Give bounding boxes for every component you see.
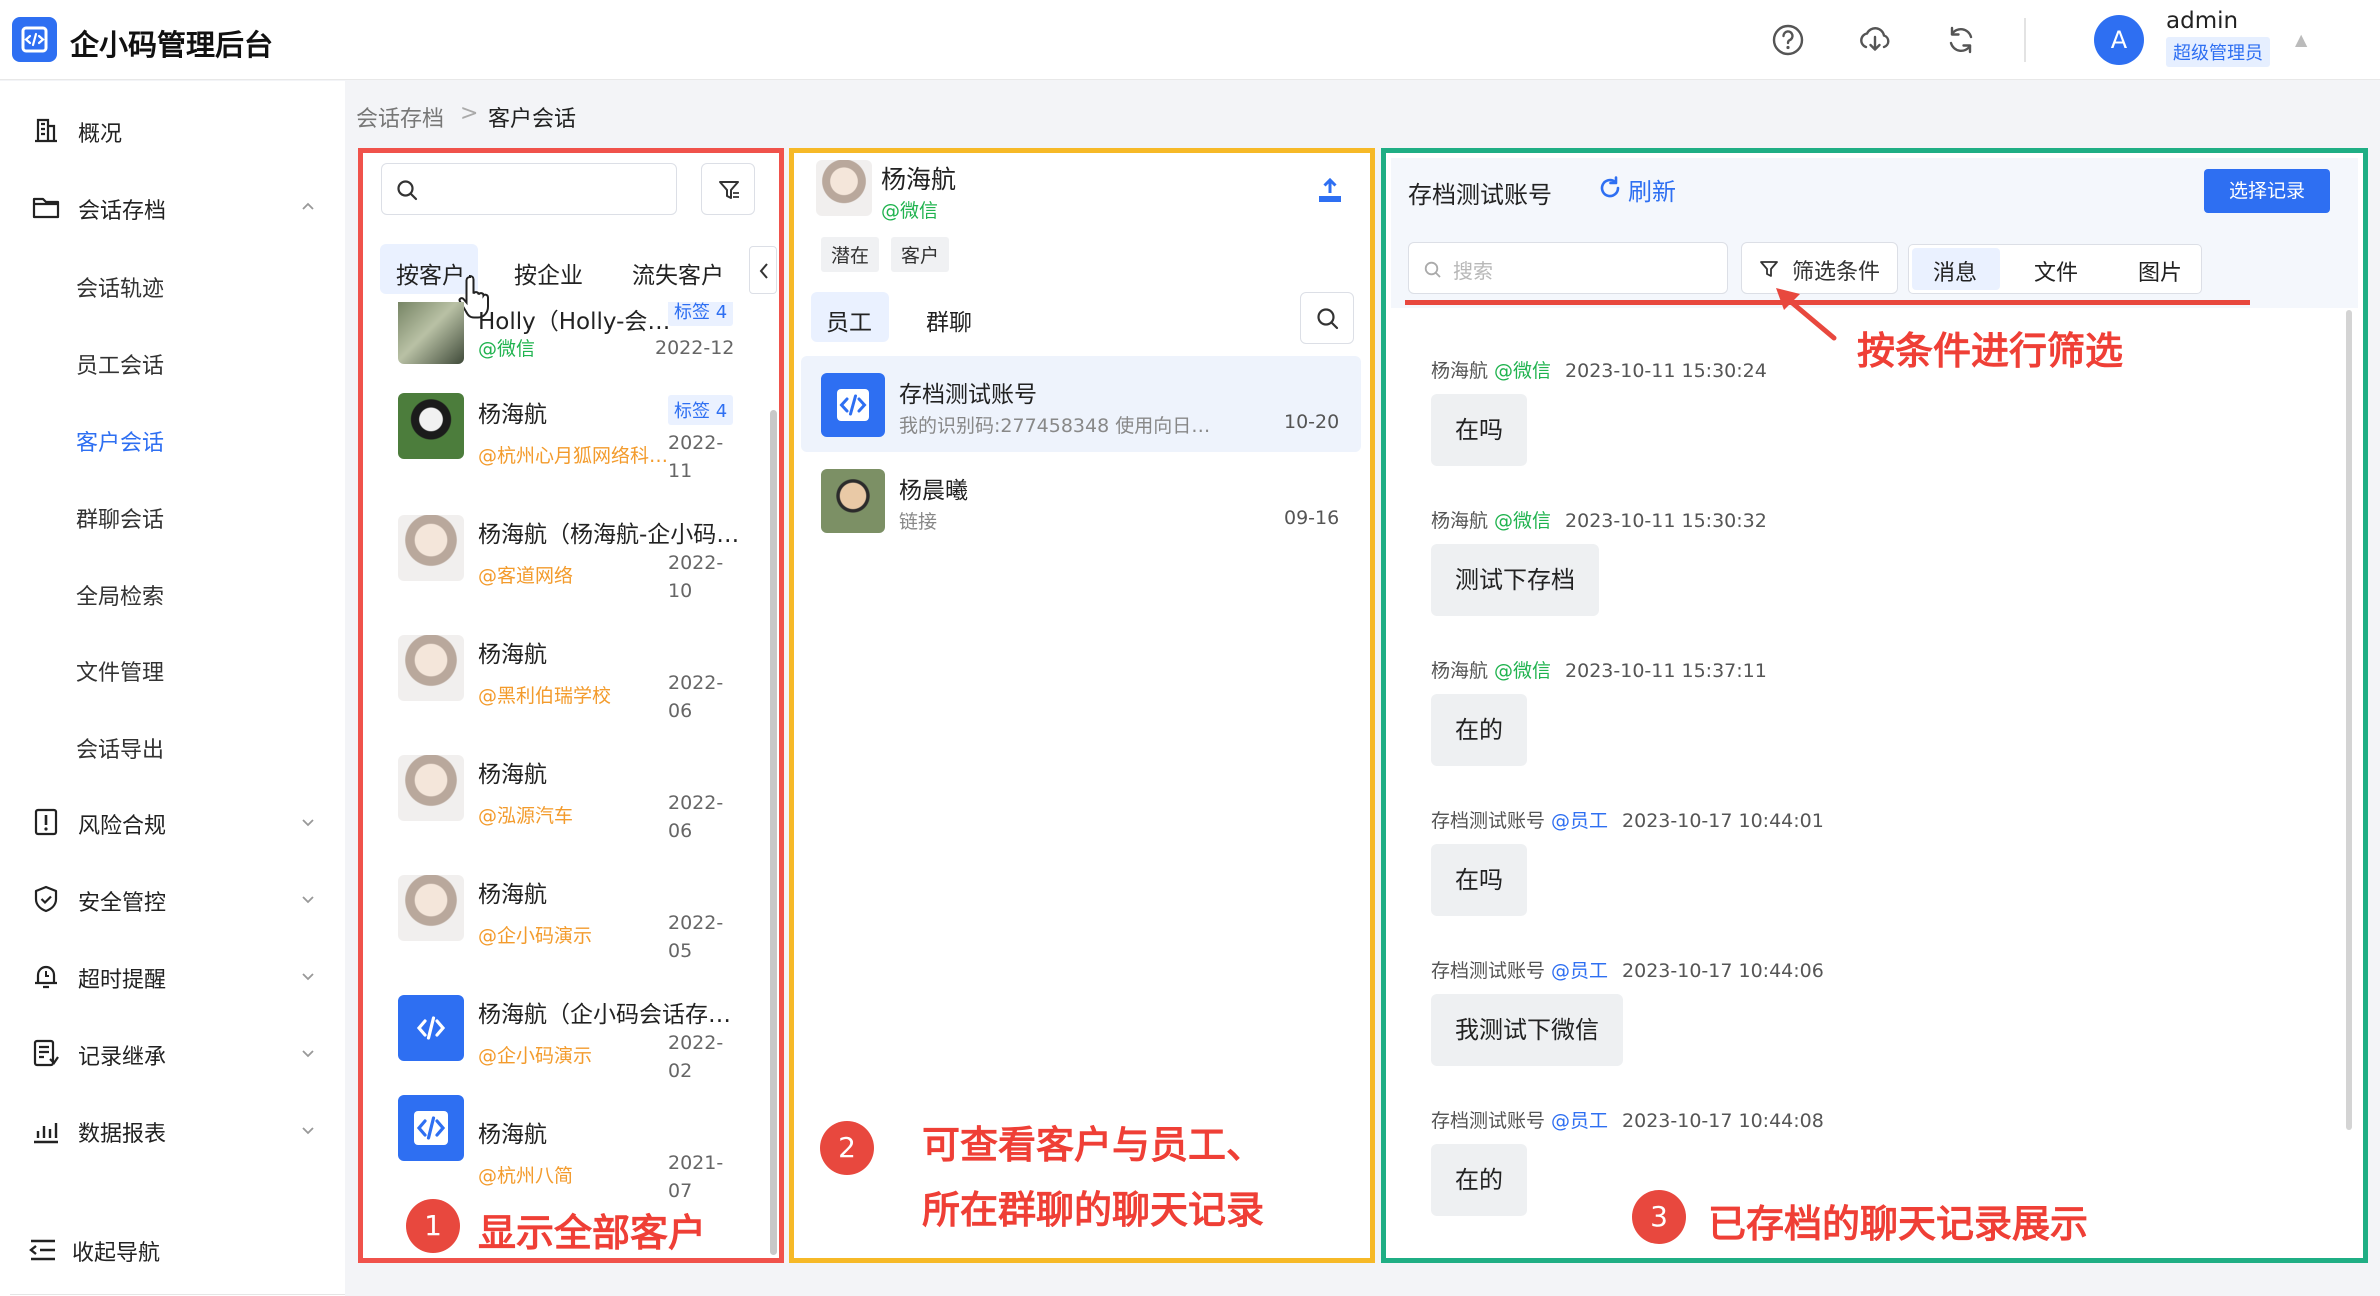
chart-icon	[30, 1114, 62, 1146]
sidebar-item-employee-session[interactable]: 员工会话	[76, 348, 164, 380]
download-icon[interactable]	[1857, 22, 1893, 58]
sidebar-item-label: 风险合规	[78, 814, 167, 839]
top-header: 企小码管理后台 A admin 超级管理员 ▲	[0, 0, 2380, 80]
breadcrumb-current: 客户会话	[488, 107, 577, 132]
chat-list-panel-frame	[789, 148, 1375, 1263]
building-icon	[30, 114, 62, 146]
sidebar-item-label: 数据报表	[78, 1122, 167, 1147]
sidebar-item-risk-compliance[interactable]: 风险合规	[0, 784, 345, 860]
sidebar-item-data-report[interactable]: 数据报表	[0, 1092, 345, 1168]
sidebar-item-label: 概况	[78, 122, 123, 147]
sidebar-item-customer-session[interactable]: 客户会话	[76, 425, 164, 457]
sidebar-item-session-export[interactable]: 会话导出	[76, 732, 164, 764]
sidebar-item-session-archive[interactable]: 会话存档	[0, 169, 345, 245]
help-icon[interactable]	[1770, 22, 1806, 58]
customer-panel-frame	[358, 148, 784, 1263]
chevron-up-icon	[299, 198, 317, 216]
collapse-nav-button[interactable]: 收起导航	[72, 1235, 160, 1267]
chevron-down-icon	[299, 890, 317, 908]
sidebar-divider	[10, 1294, 345, 1295]
refresh-icon[interactable]	[1943, 22, 1979, 58]
chevron-down-icon	[299, 813, 317, 831]
chevron-down-icon	[299, 1044, 317, 1062]
app-title: 企小码管理后台	[70, 28, 274, 62]
sidebar-item-record-inherit[interactable]: 记录继承	[0, 1015, 345, 1091]
sidebar-item-label: 安全管控	[78, 891, 167, 916]
collapse-menu-icon[interactable]	[26, 1233, 60, 1267]
chat-record-panel-frame	[1381, 148, 2368, 1263]
sidebar-item-security-control[interactable]: 安全管控	[0, 861, 345, 937]
caret-up-icon[interactable]: ▲	[2295, 30, 2307, 49]
sidebar-item-session-track[interactable]: 会话轨迹	[76, 271, 164, 303]
shield-icon	[30, 883, 62, 915]
sidebar-item-label: 记录继承	[78, 1045, 167, 1070]
logo-icon	[12, 17, 57, 62]
bell-icon	[30, 960, 62, 992]
sidebar-item-overview[interactable]: 概况	[0, 92, 345, 168]
user-role-badge: 超级管理员	[2166, 37, 2270, 67]
breadcrumb-parent[interactable]: 会话存档	[356, 101, 444, 133]
chevron-down-icon	[299, 967, 317, 985]
header-divider	[2024, 18, 2026, 62]
record-icon	[30, 1037, 62, 1069]
folder-icon	[30, 191, 62, 223]
user-name[interactable]: admin	[2166, 8, 2238, 34]
chevron-down-icon	[299, 1121, 317, 1139]
sidebar-item-label: 超时提醒	[78, 968, 167, 993]
sidebar-item-group-session[interactable]: 群聊会话	[76, 502, 164, 534]
sidebar-item-timeout-alert[interactable]: 超时提醒	[0, 938, 345, 1014]
breadcrumb-separator: >	[460, 101, 479, 126]
avatar[interactable]: A	[2094, 15, 2144, 65]
sidebar-item-global-search[interactable]: 全局检索	[76, 579, 164, 611]
sidebar-item-label: 会话存档	[78, 199, 167, 224]
sidebar: 概况 会话存档 会话轨迹 员工会话 客户会话 群聊会话 全局检索 文件管理 会话…	[0, 81, 345, 1296]
sidebar-item-file-management[interactable]: 文件管理	[76, 655, 164, 687]
alert-icon	[30, 806, 62, 838]
